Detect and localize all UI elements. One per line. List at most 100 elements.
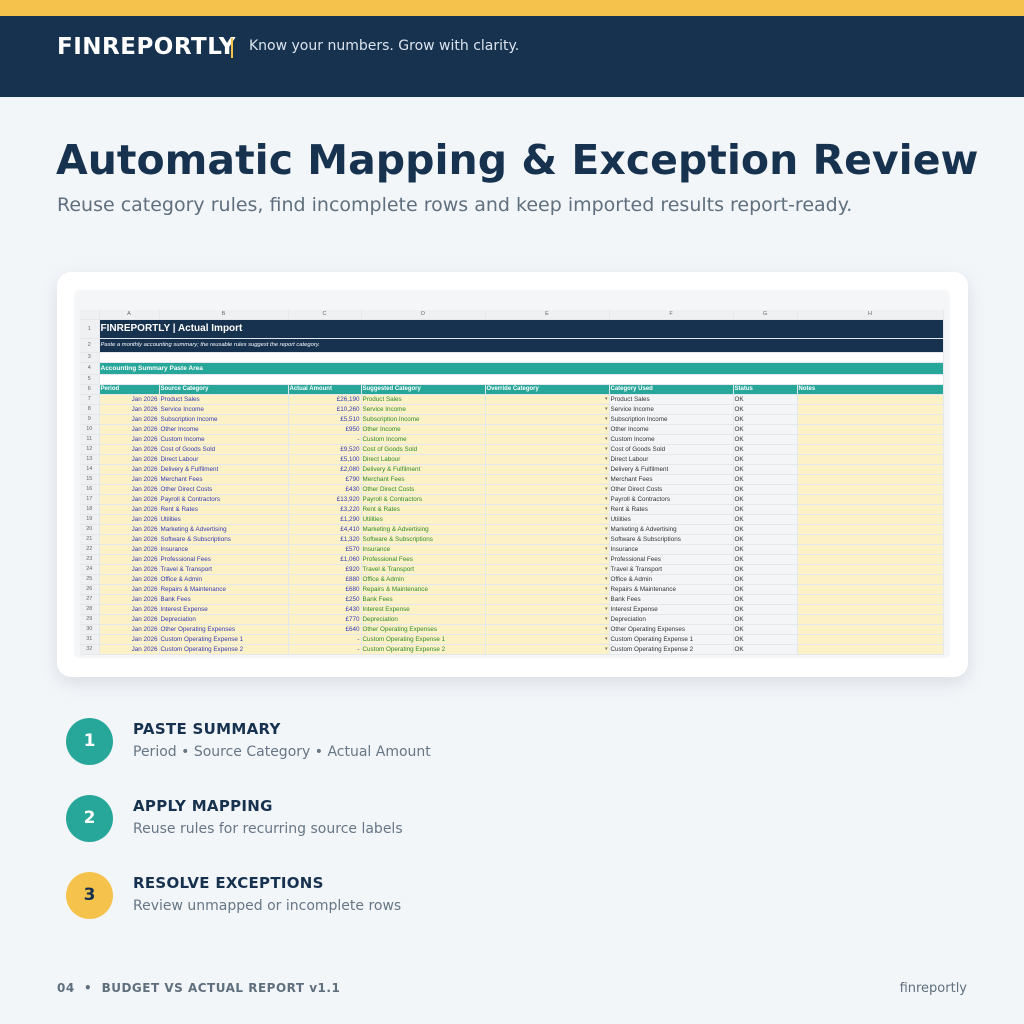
- suggested-category-cell[interactable]: Software & Subscriptions: [361, 534, 486, 545]
- status-cell[interactable]: OK: [733, 534, 798, 545]
- override-category-dropdown[interactable]: ▾: [485, 394, 610, 405]
- source-category-cell[interactable]: Subscription Income: [159, 414, 289, 425]
- source-category-cell[interactable]: Bank Fees: [159, 594, 289, 605]
- suggested-category-cell[interactable]: Other Direct Costs: [361, 484, 486, 495]
- sheet-note[interactable]: Paste a monthly accounting summary; the …: [99, 338, 944, 353]
- suggested-category-cell[interactable]: Subscription Income: [361, 414, 486, 425]
- period-cell[interactable]: Jan 2026: [99, 534, 160, 545]
- suggested-category-cell[interactable]: Repairs & Maintenance: [361, 584, 486, 595]
- category-used-cell[interactable]: Travel & Transport: [609, 564, 734, 575]
- notes-cell[interactable]: [797, 444, 944, 455]
- override-category-dropdown[interactable]: ▾: [485, 454, 610, 465]
- period-cell[interactable]: Jan 2026: [99, 544, 160, 555]
- period-cell[interactable]: Jan 2026: [99, 444, 160, 455]
- status-cell[interactable]: OK: [733, 484, 798, 495]
- column-header[interactable]: F: [609, 310, 734, 320]
- notes-cell[interactable]: [797, 624, 944, 635]
- status-cell[interactable]: OK: [733, 554, 798, 565]
- suggested-category-cell[interactable]: Product Sales: [361, 394, 486, 405]
- period-cell[interactable]: Jan 2026: [99, 514, 160, 525]
- period-cell[interactable]: Jan 2026: [99, 414, 160, 425]
- notes-cell[interactable]: [797, 634, 944, 645]
- source-category-cell[interactable]: Interest Expense: [159, 604, 289, 615]
- source-category-cell[interactable]: Merchant Fees: [159, 474, 289, 485]
- column-header[interactable]: A: [99, 310, 160, 320]
- period-cell[interactable]: Jan 2026: [99, 464, 160, 475]
- status-cell[interactable]: OK: [733, 624, 798, 635]
- status-cell[interactable]: OK: [733, 574, 798, 585]
- override-category-dropdown[interactable]: ▾: [485, 524, 610, 535]
- override-category-dropdown[interactable]: ▾: [485, 564, 610, 575]
- override-category-dropdown[interactable]: ▾: [485, 444, 610, 455]
- override-category-dropdown[interactable]: ▾: [485, 514, 610, 525]
- category-used-cell[interactable]: Custom Operating Expense 1: [609, 634, 734, 645]
- actual-amount-cell[interactable]: £770: [288, 614, 362, 625]
- status-cell[interactable]: OK: [733, 404, 798, 415]
- source-category-cell[interactable]: Custom Operating Expense 2: [159, 644, 289, 655]
- notes-cell[interactable]: [797, 644, 944, 655]
- notes-cell[interactable]: [797, 394, 944, 405]
- suggested-category-cell[interactable]: Office & Admin: [361, 574, 486, 585]
- override-category-dropdown[interactable]: ▾: [485, 614, 610, 625]
- override-category-dropdown[interactable]: ▾: [485, 414, 610, 425]
- source-category-cell[interactable]: Custom Income: [159, 434, 289, 445]
- notes-cell[interactable]: [797, 524, 944, 535]
- category-used-cell[interactable]: Office & Admin: [609, 574, 734, 585]
- override-category-dropdown[interactable]: ▾: [485, 464, 610, 475]
- notes-cell[interactable]: [797, 424, 944, 435]
- category-used-cell[interactable]: Subscription Income: [609, 414, 734, 425]
- actual-amount-cell[interactable]: £26,190: [288, 394, 362, 405]
- source-category-cell[interactable]: Custom Operating Expense 1: [159, 634, 289, 645]
- category-used-cell[interactable]: Utilities: [609, 514, 734, 525]
- blank-cell[interactable]: [99, 374, 944, 385]
- actual-amount-cell[interactable]: £430: [288, 604, 362, 615]
- category-used-cell[interactable]: Service Income: [609, 404, 734, 415]
- status-cell[interactable]: OK: [733, 444, 798, 455]
- suggested-category-cell[interactable]: Merchant Fees: [361, 474, 486, 485]
- period-cell[interactable]: Jan 2026: [99, 434, 160, 445]
- suggested-category-cell[interactable]: Interest Expense: [361, 604, 486, 615]
- override-category-dropdown[interactable]: ▾: [485, 584, 610, 595]
- actual-amount-cell[interactable]: £5,510: [288, 414, 362, 425]
- suggested-category-cell[interactable]: Cost of Goods Sold: [361, 444, 486, 455]
- source-category-cell[interactable]: Software & Subscriptions: [159, 534, 289, 545]
- column-header[interactable]: E: [485, 310, 610, 320]
- period-cell[interactable]: Jan 2026: [99, 484, 160, 495]
- suggested-category-cell[interactable]: Other Income: [361, 424, 486, 435]
- status-cell[interactable]: OK: [733, 634, 798, 645]
- override-category-dropdown[interactable]: ▾: [485, 494, 610, 505]
- actual-amount-cell[interactable]: £1,320: [288, 534, 362, 545]
- actual-amount-cell[interactable]: -: [288, 434, 362, 445]
- category-used-cell[interactable]: Bank Fees: [609, 594, 734, 605]
- notes-cell[interactable]: [797, 404, 944, 415]
- status-cell[interactable]: OK: [733, 644, 798, 655]
- notes-cell[interactable]: [797, 564, 944, 575]
- notes-cell[interactable]: [797, 504, 944, 515]
- actual-amount-cell[interactable]: £1,290: [288, 514, 362, 525]
- source-category-cell[interactable]: Utilities: [159, 514, 289, 525]
- notes-cell[interactable]: [797, 484, 944, 495]
- actual-amount-cell[interactable]: £3,220: [288, 504, 362, 515]
- period-cell[interactable]: Jan 2026: [99, 644, 160, 655]
- actual-amount-cell[interactable]: £2,080: [288, 464, 362, 475]
- table-header-cell[interactable]: Status: [733, 384, 798, 395]
- actual-amount-cell[interactable]: £250: [288, 594, 362, 605]
- override-category-dropdown[interactable]: ▾: [485, 594, 610, 605]
- actual-amount-cell[interactable]: £4,410: [288, 524, 362, 535]
- source-category-cell[interactable]: Rent & Rates: [159, 504, 289, 515]
- suggested-category-cell[interactable]: Service Income: [361, 404, 486, 415]
- status-cell[interactable]: OK: [733, 494, 798, 505]
- notes-cell[interactable]: [797, 594, 944, 605]
- period-cell[interactable]: Jan 2026: [99, 554, 160, 565]
- category-used-cell[interactable]: Direct Labour: [609, 454, 734, 465]
- status-cell[interactable]: OK: [733, 604, 798, 615]
- actual-amount-cell[interactable]: £9,520: [288, 444, 362, 455]
- suggested-category-cell[interactable]: Utilities: [361, 514, 486, 525]
- category-used-cell[interactable]: Rent & Rates: [609, 504, 734, 515]
- notes-cell[interactable]: [797, 574, 944, 585]
- suggested-category-cell[interactable]: Marketing & Advertising: [361, 524, 486, 535]
- suggested-category-cell[interactable]: Custom Income: [361, 434, 486, 445]
- actual-amount-cell[interactable]: £5,100: [288, 454, 362, 465]
- status-cell[interactable]: OK: [733, 564, 798, 575]
- table-header-cell[interactable]: Actual Amount: [288, 384, 362, 395]
